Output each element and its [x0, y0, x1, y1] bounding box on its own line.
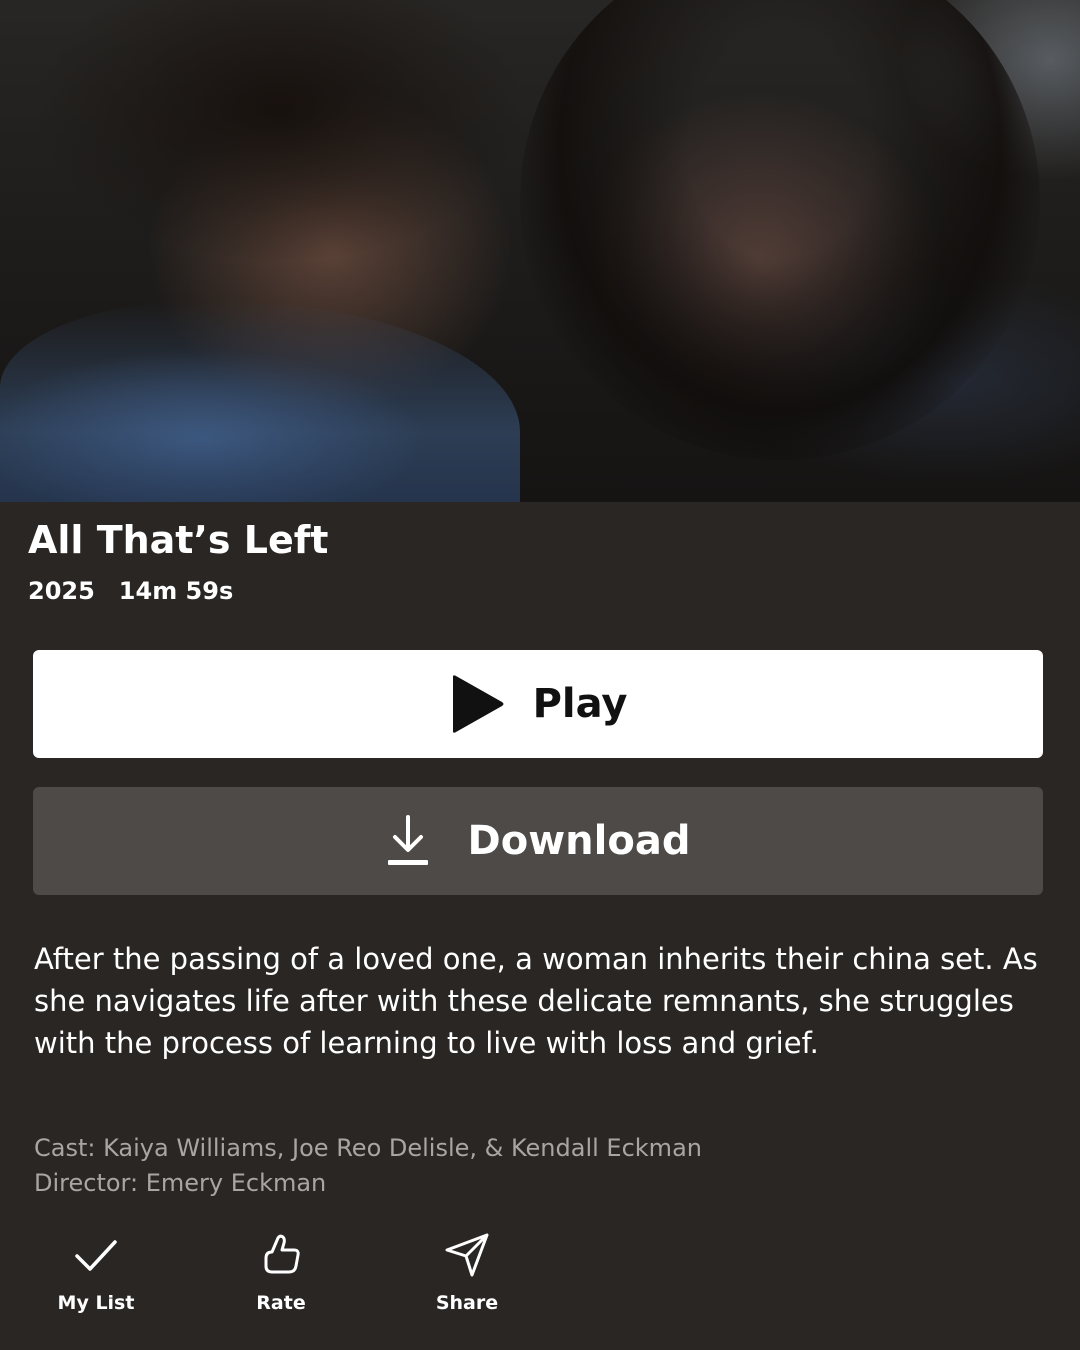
play-button[interactable]: Play [33, 650, 1043, 758]
release-year: 2025 [28, 577, 95, 605]
title-meta: 2025 14m 59s [28, 575, 233, 607]
synopsis: After the passing of a loved one, a woma… [34, 942, 1038, 1060]
hero-overlay [0, 0, 1080, 502]
my-list-label: My List [57, 1292, 135, 1314]
download-button[interactable]: Download [33, 787, 1043, 895]
rate-label: Rate [256, 1292, 306, 1314]
rate-button[interactable]: Rate [211, 1232, 351, 1314]
share-button[interactable]: Share [397, 1232, 537, 1314]
download-icon [387, 815, 428, 865]
play-icon [452, 675, 504, 733]
my-list-button[interactable]: My List [26, 1232, 166, 1314]
credits: Cast: Kaiya Williams, Joe Reo Delisle, &… [34, 1131, 1034, 1201]
runtime: 14m 59s [118, 577, 234, 605]
page-title: All That’s Left [28, 518, 329, 562]
hero-image [0, 0, 1080, 502]
send-icon [445, 1233, 489, 1277]
check-icon [75, 1240, 117, 1271]
share-label: Share [435, 1292, 499, 1314]
action-bar: My List Rate Share [0, 1232, 1080, 1332]
director-line: Director: Emery Eckman [34, 1169, 327, 1197]
play-label: Play [532, 681, 628, 727]
cast-line: Cast: Kaiya Williams, Joe Reo Delisle, &… [34, 1134, 702, 1162]
download-label: Download [467, 818, 691, 864]
thumbs-up-icon [264, 1234, 300, 1274]
